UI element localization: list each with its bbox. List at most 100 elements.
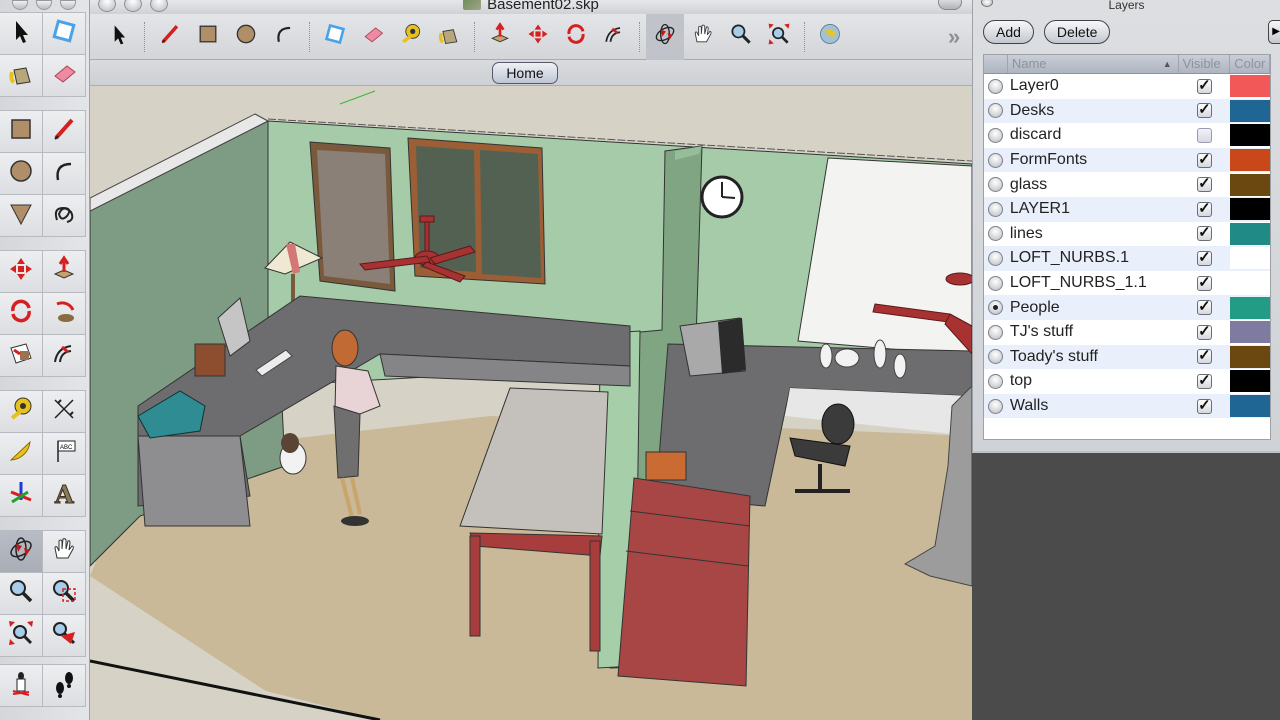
active-layer-radio[interactable] bbox=[984, 152, 1008, 168]
visible-checkbox[interactable]: ✓ bbox=[1179, 250, 1231, 266]
active-layer-radio[interactable] bbox=[984, 250, 1008, 266]
visible-checkbox[interactable]: ✓ bbox=[1179, 373, 1231, 389]
layer-row[interactable]: People ✓ bbox=[984, 295, 1270, 320]
zoom-button[interactable] bbox=[150, 0, 168, 12]
visible-checkbox[interactable]: ✓ bbox=[1179, 102, 1231, 119]
layer-color-swatch[interactable] bbox=[1230, 296, 1270, 319]
active-layer-radio[interactable] bbox=[984, 103, 1008, 119]
active-layer-radio[interactable] bbox=[984, 177, 1008, 193]
layer-row[interactable]: FormFonts ✓ bbox=[984, 147, 1270, 173]
visible-checkbox[interactable]: ✓ bbox=[1179, 324, 1231, 340]
palette-pencil-button[interactable] bbox=[43, 111, 86, 153]
layer-color-swatch[interactable] bbox=[1230, 149, 1270, 172]
header-visible[interactable]: Visible bbox=[1179, 55, 1231, 73]
layer-row[interactable]: glass ✓ bbox=[984, 172, 1270, 197]
toolbar-move-button[interactable] bbox=[519, 14, 557, 60]
layer-color-swatch[interactable] bbox=[1230, 395, 1270, 418]
palette-protractor-button[interactable] bbox=[0, 433, 43, 475]
toolbar-rotate-button[interactable] bbox=[557, 14, 595, 60]
toolbar-arc-button[interactable] bbox=[265, 14, 303, 60]
layer-row[interactable]: lines ✓ bbox=[984, 222, 1270, 247]
layer-name[interactable]: FormFonts bbox=[1008, 151, 1179, 169]
active-layer-radio[interactable] bbox=[984, 373, 1008, 389]
palette-axes-button[interactable] bbox=[0, 475, 43, 517]
layer-name[interactable]: glass bbox=[1008, 176, 1179, 194]
palette-walk-button[interactable] bbox=[43, 665, 86, 707]
delete-layer-button[interactable]: Delete bbox=[1043, 20, 1111, 44]
layer-row[interactable]: Layer0 ✓ bbox=[984, 74, 1270, 99]
scene-tab-home[interactable]: Home bbox=[492, 62, 558, 84]
toolbar-make-component-button[interactable] bbox=[316, 14, 354, 60]
layer-name[interactable]: Toady's stuff bbox=[1008, 348, 1179, 366]
toolbar-select-button[interactable] bbox=[100, 14, 138, 60]
layer-name[interactable]: Desks bbox=[1008, 102, 1179, 120]
layer-row[interactable]: LAYER1 ✓ bbox=[984, 196, 1270, 222]
layer-name[interactable]: LOFT_NURBS_1.1 bbox=[1008, 274, 1179, 292]
layer-color-swatch[interactable] bbox=[1230, 321, 1270, 344]
active-layer-radio[interactable] bbox=[984, 300, 1008, 316]
active-layer-radio[interactable] bbox=[984, 78, 1008, 94]
layer-name[interactable]: Layer0 bbox=[1008, 77, 1179, 95]
toolbar-zoom-extents-button[interactable] bbox=[760, 14, 798, 60]
toolbar-rectangle-button[interactable] bbox=[189, 14, 227, 60]
toolbar-pan-button[interactable] bbox=[684, 14, 722, 60]
palette-dimension-button[interactable] bbox=[43, 391, 86, 433]
add-layer-button[interactable]: Add bbox=[983, 20, 1034, 44]
layer-name[interactable]: LAYER1 bbox=[1008, 200, 1179, 218]
layer-name[interactable]: LOFT_NURBS.1 bbox=[1008, 249, 1179, 267]
toolbar-orbit-button[interactable] bbox=[646, 13, 684, 60]
active-layer-radio[interactable] bbox=[984, 349, 1008, 365]
toolbar-get-models-button[interactable] bbox=[811, 14, 849, 60]
minimize-button[interactable] bbox=[124, 0, 142, 12]
active-layer-radio[interactable] bbox=[984, 226, 1008, 242]
active-layer-radio[interactable] bbox=[984, 201, 1008, 217]
palette-push-pull-button[interactable] bbox=[43, 251, 86, 293]
palette-text-label-button[interactable]: ABC bbox=[43, 433, 86, 475]
layer-color-swatch[interactable] bbox=[1230, 370, 1270, 393]
palette-rectangle-button[interactable] bbox=[0, 111, 43, 153]
palette-orbit-button[interactable] bbox=[0, 531, 43, 573]
layer-name[interactable]: discard bbox=[1008, 126, 1179, 144]
layer-color-swatch[interactable] bbox=[1230, 198, 1270, 221]
details-button[interactable]: ▶ bbox=[1268, 20, 1280, 44]
palette-freehand-button[interactable] bbox=[43, 195, 86, 237]
layer-row[interactable]: Toady's stuff ✓ bbox=[984, 344, 1270, 370]
layer-row[interactable]: TJ's stuff ✓ bbox=[984, 320, 1270, 345]
toolbar-push-pull-button[interactable] bbox=[481, 14, 519, 60]
palette-eraser-button[interactable] bbox=[43, 55, 86, 97]
header-color[interactable]: Color bbox=[1230, 55, 1270, 73]
layer-row[interactable]: LOFT_NURBS_1.1 ✓ bbox=[984, 271, 1270, 296]
layer-row[interactable]: Walls ✓ bbox=[984, 393, 1270, 419]
visible-checkbox[interactable]: ✓ bbox=[1179, 152, 1231, 168]
palette-tape-measure-button[interactable] bbox=[0, 391, 43, 433]
palette-component-box-button[interactable] bbox=[43, 13, 86, 55]
palette-position-camera-button[interactable] bbox=[0, 665, 43, 707]
visible-checkbox[interactable]: ✓ bbox=[1179, 201, 1231, 217]
palette-zoom-window-button[interactable] bbox=[43, 573, 86, 615]
visible-checkbox[interactable]: ✓ bbox=[1179, 398, 1231, 414]
layer-row[interactable]: top ✓ bbox=[984, 369, 1270, 394]
layer-name[interactable]: People bbox=[1008, 299, 1179, 317]
toolbar-zoom-button[interactable] bbox=[722, 14, 760, 60]
visible-checkbox[interactable]: ✓ bbox=[1179, 275, 1231, 291]
layer-color-swatch[interactable] bbox=[1230, 247, 1270, 270]
toolbar-paint-bucket-button[interactable] bbox=[430, 14, 468, 60]
layer-color-swatch[interactable] bbox=[1230, 272, 1270, 295]
visible-checkbox[interactable]: ✓ bbox=[1179, 176, 1231, 193]
toolbar-line-button[interactable] bbox=[151, 14, 189, 60]
palette-move-button[interactable] bbox=[0, 251, 43, 293]
toolbar-toggle-button[interactable] bbox=[938, 0, 962, 10]
palette-hand-button[interactable] bbox=[43, 531, 86, 573]
layer-name[interactable]: top bbox=[1008, 372, 1179, 390]
visible-checkbox[interactable]: ✓ bbox=[1179, 78, 1231, 94]
palette-magnifier-button[interactable] bbox=[0, 573, 43, 615]
visible-checkbox[interactable]: ✓ bbox=[1179, 348, 1231, 365]
visible-checkbox[interactable] bbox=[1179, 127, 1231, 143]
active-layer-radio[interactable] bbox=[984, 398, 1008, 414]
palette-paint-bucket-button[interactable] bbox=[0, 55, 43, 97]
active-layer-radio[interactable] bbox=[984, 127, 1008, 143]
layer-color-swatch[interactable] bbox=[1230, 173, 1270, 196]
palette-arrow-cursor-button[interactable] bbox=[0, 13, 43, 55]
palette-arc-button[interactable] bbox=[43, 153, 86, 195]
layer-color-swatch[interactable] bbox=[1230, 345, 1270, 368]
